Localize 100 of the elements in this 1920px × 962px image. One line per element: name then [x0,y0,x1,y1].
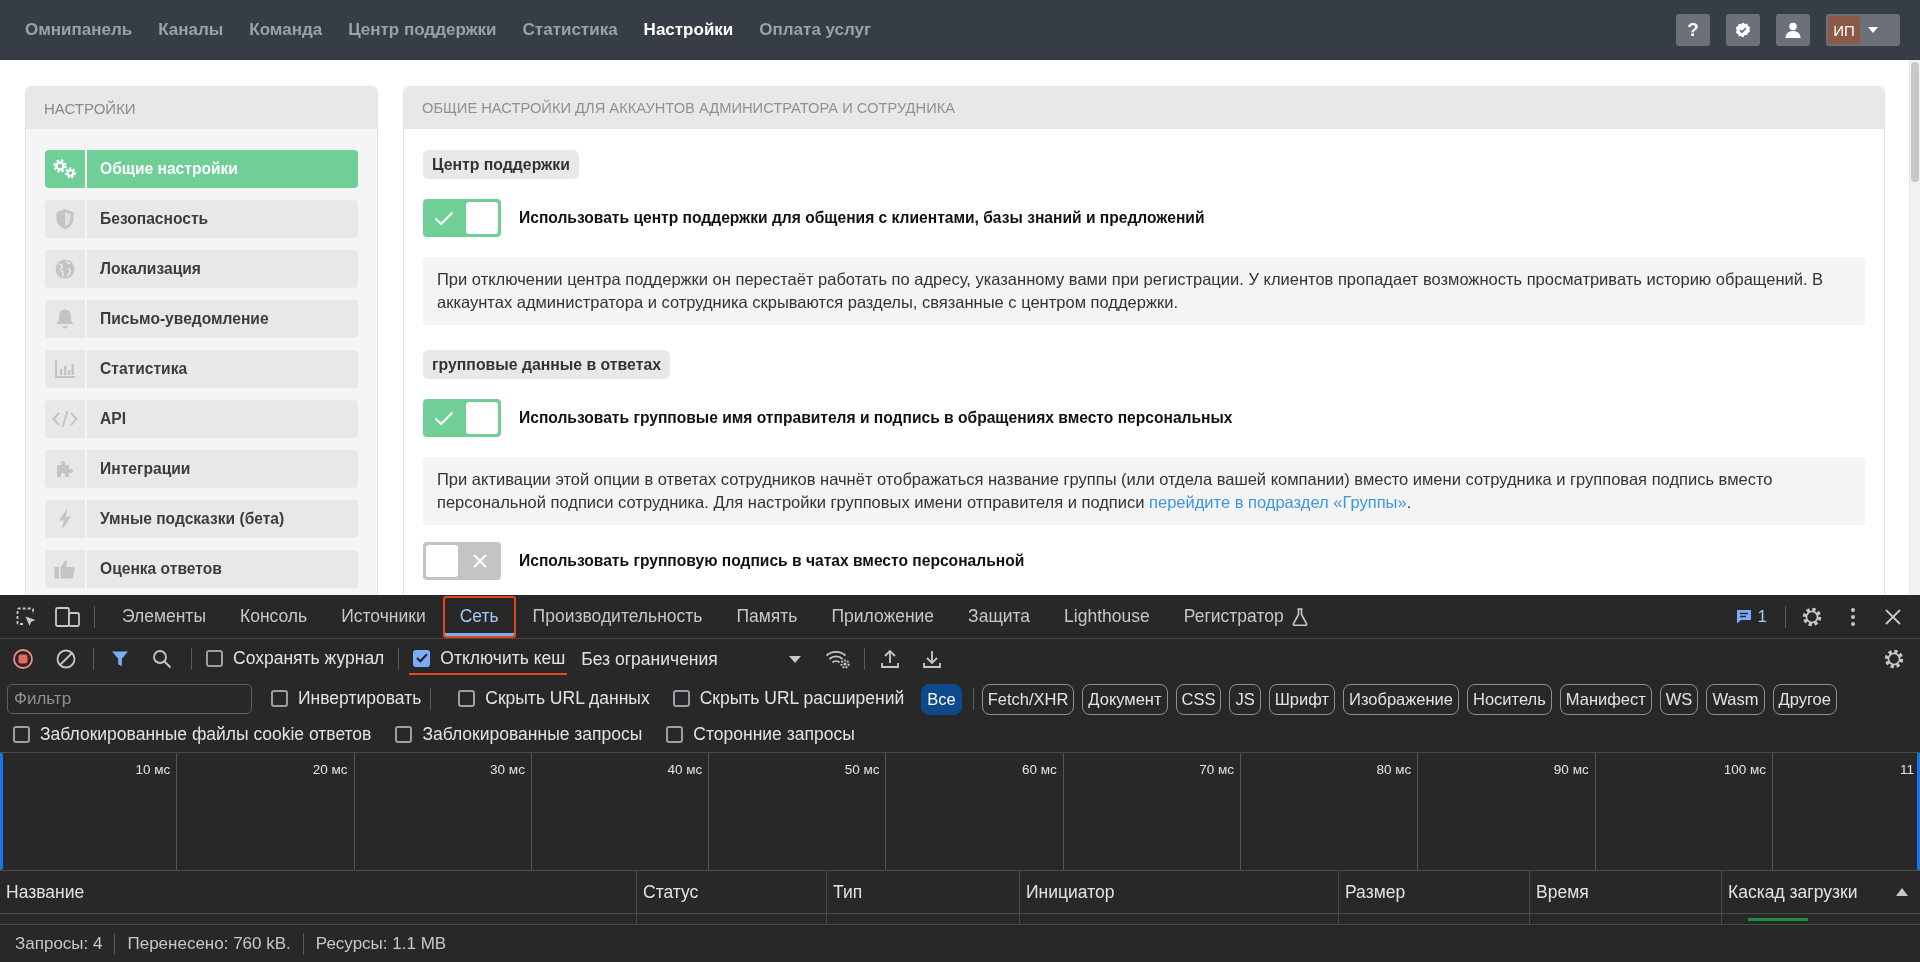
column-header[interactable]: Инициатор [1020,871,1339,913]
upload-icon[interactable] [880,649,901,669]
devtools-tab[interactable]: Память [719,595,815,638]
sidebar-item[interactable]: Письмо-уведомление [45,300,358,338]
checkbox-option[interactable]: Сохранять журнал [206,643,385,675]
nav-link[interactable]: Оплата услуг [759,20,872,40]
checkbox-option[interactable]: Сторонние запросы [666,719,855,752]
column-header[interactable]: Размер [1339,871,1530,913]
nav-link[interactable]: Статистика [522,20,618,40]
settings-icon[interactable] [1801,605,1823,628]
column-header[interactable]: Название [0,871,637,913]
type-filter-chip[interactable]: Носитель [1467,683,1552,715]
checkbox[interactable] [271,689,288,707]
checkbox[interactable] [13,726,30,743]
help-button[interactable]: ? [1676,14,1710,46]
throttling-dropdown[interactable]: Без ограничения [581,648,804,670]
devtools-tab[interactable]: Источники [324,595,443,638]
devices-icon[interactable] [55,605,81,628]
checkbox-option[interactable]: Заблокированные файлы cookie ответов [13,719,372,752]
nav-link[interactable]: Центр поддержки [348,20,497,40]
lightning-icon [58,508,72,530]
nav-link[interactable]: Команда [249,20,323,40]
type-filter-chip[interactable]: Все [921,683,962,715]
checkbox[interactable] [413,649,431,667]
status-text: Ресурсы: 1.1 MB [302,932,459,955]
column-header[interactable]: Тип [827,871,1020,913]
checkbox[interactable] [458,689,476,707]
funnel-icon[interactable] [111,650,129,668]
avatar-initials: ИП [1828,16,1860,44]
devtools-tab[interactable]: Защита [951,595,1048,638]
nav-link[interactable]: Настройки [643,20,734,40]
flask-icon [1291,607,1308,626]
column-header[interactable]: Время [1530,871,1722,913]
close-icon[interactable] [1885,608,1901,625]
checkbox-option[interactable]: Инвертировать [271,683,422,715]
type-filter-chip[interactable]: Fetch/XHR [981,683,1075,715]
devtools-tab[interactable]: Сеть [442,595,516,638]
kebab-menu-icon[interactable] [1850,606,1856,627]
sidebar-item[interactable]: Оценка ответов [45,550,358,588]
checkbox[interactable] [395,726,413,743]
code-icon [52,410,78,428]
devtools-tab[interactable]: Регистратор [1166,595,1325,638]
sidebar-item[interactable]: Безопасность [45,200,358,238]
gears-icon [52,158,78,180]
timeline-handle[interactable] [0,753,3,870]
checkbox[interactable] [672,689,690,707]
type-filter-chip[interactable]: Другое [1772,683,1837,715]
time-tick-label: 60 мс [1021,762,1057,777]
bar-chart-icon [55,360,75,378]
checkbox-option[interactable]: Скрыть URL данных [458,683,650,715]
devtools-tab[interactable]: Консоль [222,595,325,638]
sidebar-item[interactable]: Интеграции [45,450,358,488]
type-filter-chip[interactable]: WS [1659,683,1699,715]
issues-button[interactable]: 1 [1735,606,1767,627]
type-filter-chip[interactable]: Манифест [1559,683,1652,715]
toggle-switch[interactable] [423,199,501,237]
toggle-switch[interactable] [423,542,501,580]
nav-link[interactable]: Каналы [158,20,224,40]
checkbox[interactable] [666,726,684,743]
type-filter-chip[interactable]: Изображение [1343,683,1459,715]
type-filter-chip[interactable]: CSS [1175,683,1222,715]
verified-button[interactable] [1726,14,1760,46]
checkbox-option[interactable]: Отключить кеш [409,643,568,675]
download-icon[interactable] [922,649,943,669]
section-label: Центр поддержки [423,150,579,179]
filter-input[interactable]: Фильтр [7,684,252,714]
type-filter-chip[interactable]: JS [1229,683,1261,715]
type-filter-chip[interactable]: Шрифт [1268,683,1336,715]
account-menu-button[interactable]: ИП [1826,14,1900,46]
toggle-switch[interactable] [423,399,501,437]
nav-link[interactable]: Омнипанель [25,20,133,40]
sidebar-item[interactable]: API [45,400,358,438]
checkbox[interactable] [206,649,223,667]
scrollbar-thumb[interactable] [1911,62,1919,182]
record-icon[interactable] [13,649,33,669]
puzzle-icon [55,459,75,479]
sidebar-item[interactable]: Статистика [45,350,358,388]
timeline-handle[interactable] [1917,753,1920,870]
block-icon[interactable] [56,649,76,669]
time-tick-label: 100 мс [1723,762,1766,777]
scrollbar-track[interactable] [1909,60,1920,595]
devtools-tab[interactable]: Приложение [814,595,952,638]
profile-button[interactable] [1776,14,1810,46]
wifi-settings-icon[interactable] [825,649,852,669]
cursor-box-icon[interactable] [15,605,37,628]
checkbox-option[interactable]: Заблокированные запросы [395,719,643,752]
checkbox-option[interactable]: Скрыть URL расширений [672,683,905,715]
column-header[interactable]: Статус [637,871,827,913]
column-header[interactable]: Каскад загрузки [1722,871,1920,913]
settings-icon[interactable] [1883,648,1905,670]
sidebar-item[interactable]: Локализация [45,250,358,288]
sidebar-item[interactable]: Умные подсказки (бета) [45,500,358,538]
time-tick-label: 20 мс [312,762,348,777]
type-filter-chip[interactable]: Документ [1082,683,1168,715]
devtools-tab[interactable]: Lighthouse [1047,595,1167,638]
search-icon[interactable] [152,649,172,669]
devtools-tab[interactable]: Элементы [105,595,223,638]
chat-icon [1735,609,1752,624]
type-filter-chip[interactable]: Wasm [1706,683,1765,715]
devtools-tab[interactable]: Производительность [515,595,720,638]
